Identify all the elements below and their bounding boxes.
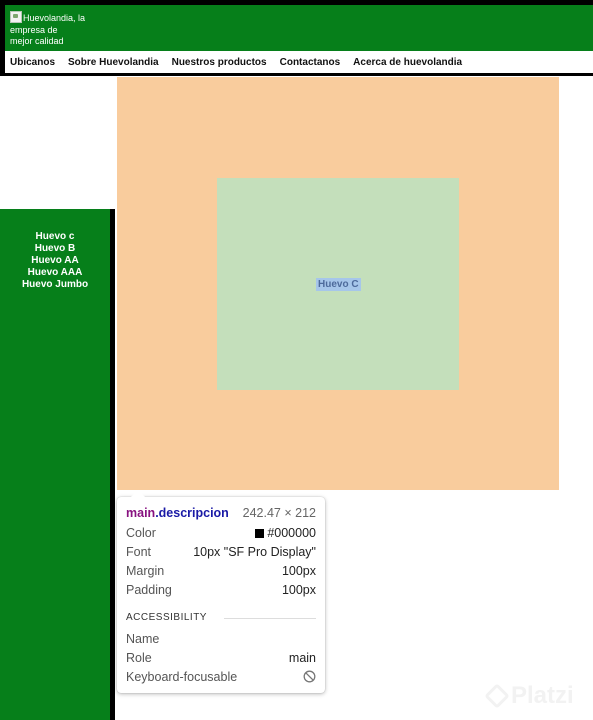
row-key: Role: [126, 651, 152, 665]
product-item[interactable]: Huevo AAA: [0, 267, 110, 279]
row-value: main: [288, 651, 316, 665]
section-divider: [224, 618, 316, 619]
row-key: Font: [126, 545, 152, 559]
tooltip-row-font: Font 10px "SF Pro Display": [126, 544, 316, 560]
nav-link-nuestros-productos[interactable]: Nuestros productos: [172, 57, 267, 68]
color-value: #000000: [267, 526, 316, 540]
element-tag: main: [126, 506, 156, 520]
product-item[interactable]: Huevo Jumbo: [0, 279, 110, 291]
row-value: 100px: [281, 564, 316, 578]
product-item[interactable]: Huevo c: [0, 231, 110, 243]
section-label: ACCESSIBILITY: [126, 612, 207, 623]
watermark-text: Platzi: [511, 682, 574, 709]
platzi-logo-icon: [484, 683, 510, 709]
row-key: Keyboard-focusable: [126, 670, 238, 684]
tooltip-row-padding: Padding 100px: [126, 582, 316, 598]
tooltip-row-keyboard-focusable: Keyboard-focusable: [126, 669, 316, 685]
tooltip-header: main.descripcion 242.47 × 212: [126, 506, 316, 522]
product-item[interactable]: Huevo B: [0, 243, 110, 255]
platzi-watermark: Platzi: [484, 680, 588, 712]
tooltip-row-role: Role main: [126, 650, 316, 666]
page-header: Huevolandia, la empresa de mejor calidad…: [0, 0, 593, 76]
sidebar-border: [110, 209, 115, 720]
tooltip-row-name: Name: [126, 631, 316, 647]
nav-link-sobre-huevolandia[interactable]: Sobre Huevolandia: [68, 57, 159, 68]
row-key: Color: [126, 526, 156, 540]
element-size: 242.47 × 212: [242, 506, 316, 520]
tooltip-row-color: Color #000000: [126, 525, 316, 541]
no-entry-icon: [303, 670, 316, 683]
product-item[interactable]: Huevo AA: [0, 255, 110, 267]
header-banner: Huevolandia, la empresa de mejor calidad: [5, 5, 593, 51]
nav-link-contactanos[interactable]: Contactanos: [280, 57, 341, 68]
nav-link-ubicanos[interactable]: Ubicanos: [10, 57, 55, 68]
tooltip-row-margin: Margin 100px: [126, 563, 316, 579]
row-key: Name: [126, 632, 160, 646]
color-swatch: [255, 529, 265, 538]
main-content-text: Huevo C: [316, 278, 361, 291]
nav-link-acerca-de[interactable]: Acerca de huevolandia: [353, 57, 462, 68]
product-list: Huevo c Huevo B Huevo AA Huevo AAA Huevo…: [0, 231, 110, 291]
row-value: 10px "SF Pro Display": [193, 545, 316, 559]
accessibility-section-title: ACCESSIBILITY: [126, 611, 316, 625]
broken-image-icon: [10, 11, 22, 23]
element-class: .descripcion: [155, 506, 229, 520]
product-sidebar: Huevo c Huevo B Huevo AA Huevo AAA Huevo…: [0, 209, 110, 720]
row-key: Margin: [126, 564, 165, 578]
inspector-tooltip: main.descripcion 242.47 × 212 Color #000…: [117, 490, 325, 693]
logo-image[interactable]: Huevolandia, la empresa de mejor calidad: [10, 11, 106, 48]
row-value: 100px: [281, 583, 316, 597]
row-value: #000000: [255, 525, 316, 541]
main-nav: Ubicanos Sobre Huevolandia Nuestros prod…: [5, 51, 593, 73]
row-key: Padding: [126, 583, 172, 597]
